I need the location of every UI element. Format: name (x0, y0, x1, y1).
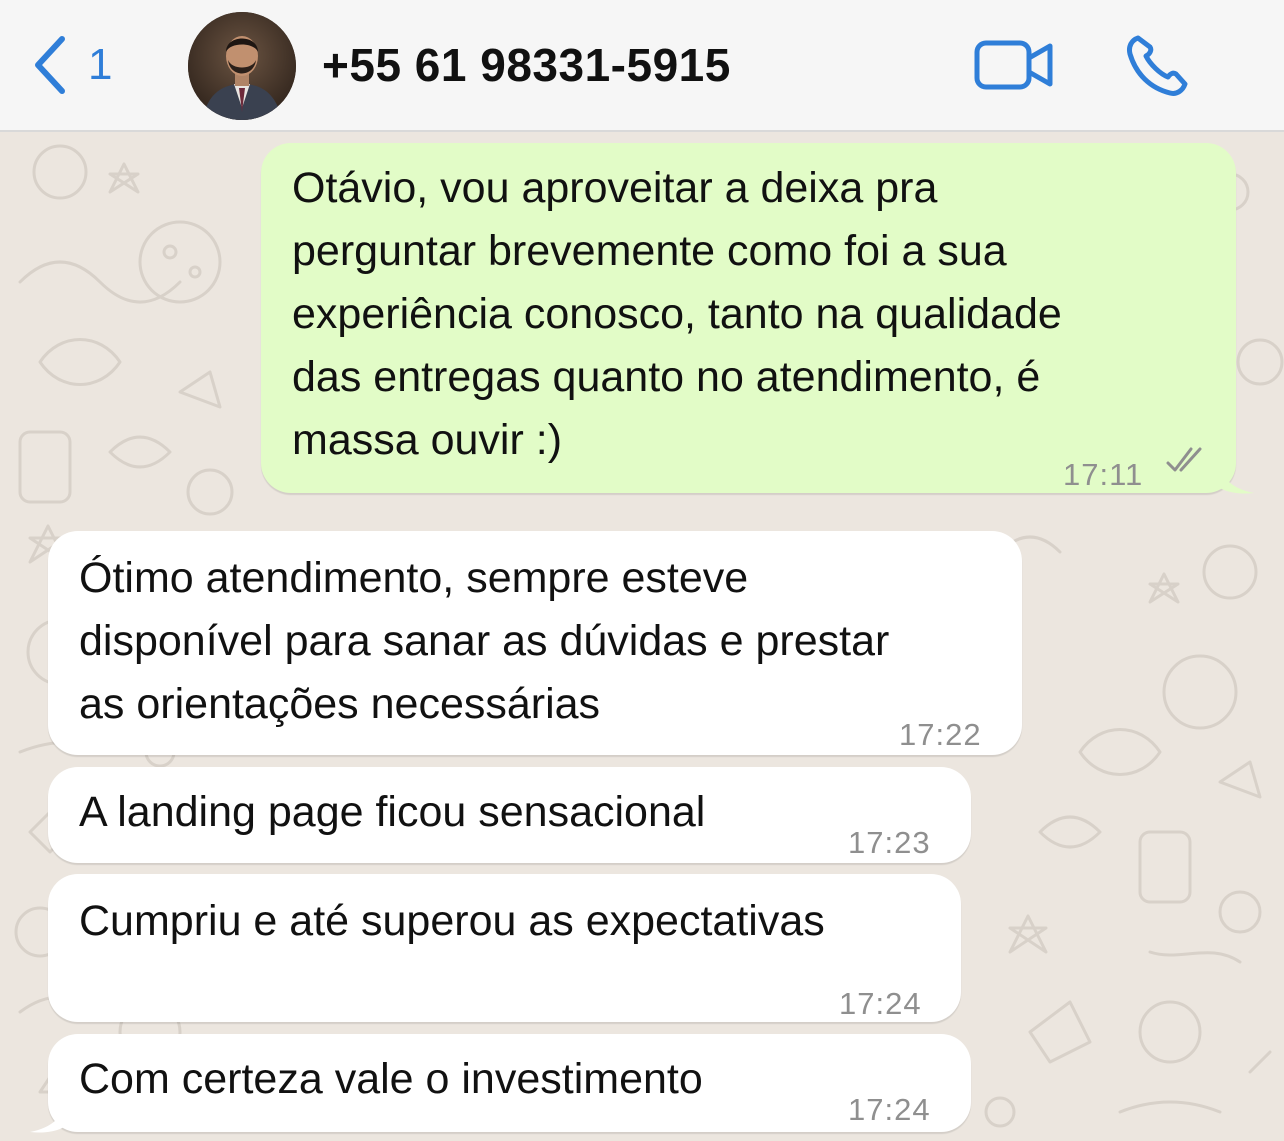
back-button[interactable]: 1 (30, 30, 140, 100)
message-bubble-incoming[interactable]: Cumpriu e até superou as expectativas 17… (48, 874, 961, 1022)
message-bubble-incoming[interactable]: A landing page ficou sensacional 17:23 (48, 767, 971, 863)
message-bubble-incoming[interactable]: Ótimo atendimento, sempre esteve disponí… (48, 531, 1022, 755)
message-timestamp: 17:24 (848, 1092, 931, 1127)
message-text: A landing page ficou sensacional (79, 788, 706, 836)
message-timestamp: 17:22 (899, 717, 982, 752)
chat-header: 1 +55 61 98331-5915 (0, 0, 1284, 132)
contact-avatar[interactable] (188, 12, 296, 120)
video-call-button[interactable] (974, 38, 1054, 92)
message-bubble-incoming[interactable]: Com certeza vale o investimento 17:24 (48, 1034, 971, 1132)
voice-call-button[interactable] (1124, 32, 1190, 98)
video-camera-icon (974, 40, 1053, 90)
message-bubble-outgoing[interactable]: Otávio, vou aproveitar a deixa pra pergu… (261, 143, 1236, 493)
double-check-icon (1166, 447, 1202, 472)
chevron-left-icon (35, 36, 65, 94)
message-text: Otávio, vou aproveitar a deixa pra pergu… (292, 164, 1062, 464)
phone-icon (1127, 35, 1188, 96)
message-timestamp: 17:24 (839, 986, 922, 1021)
message-text: Ótimo atendimento, sempre esteve disponí… (79, 554, 890, 728)
message-text: Cumpriu e até superou as expectativas (79, 897, 825, 945)
avatar-photo (188, 12, 296, 120)
unread-count: 1 (88, 40, 113, 89)
bubble-tail-incoming (30, 1098, 68, 1133)
message-timestamp: 17:23 (848, 825, 931, 860)
bubble-tail-outgoing (1216, 459, 1254, 494)
message-timestamp: 17:11 (1063, 457, 1144, 492)
message-text: Com certeza vale o investimento (79, 1055, 703, 1103)
contact-name[interactable]: +55 61 98331-5915 (322, 38, 731, 92)
